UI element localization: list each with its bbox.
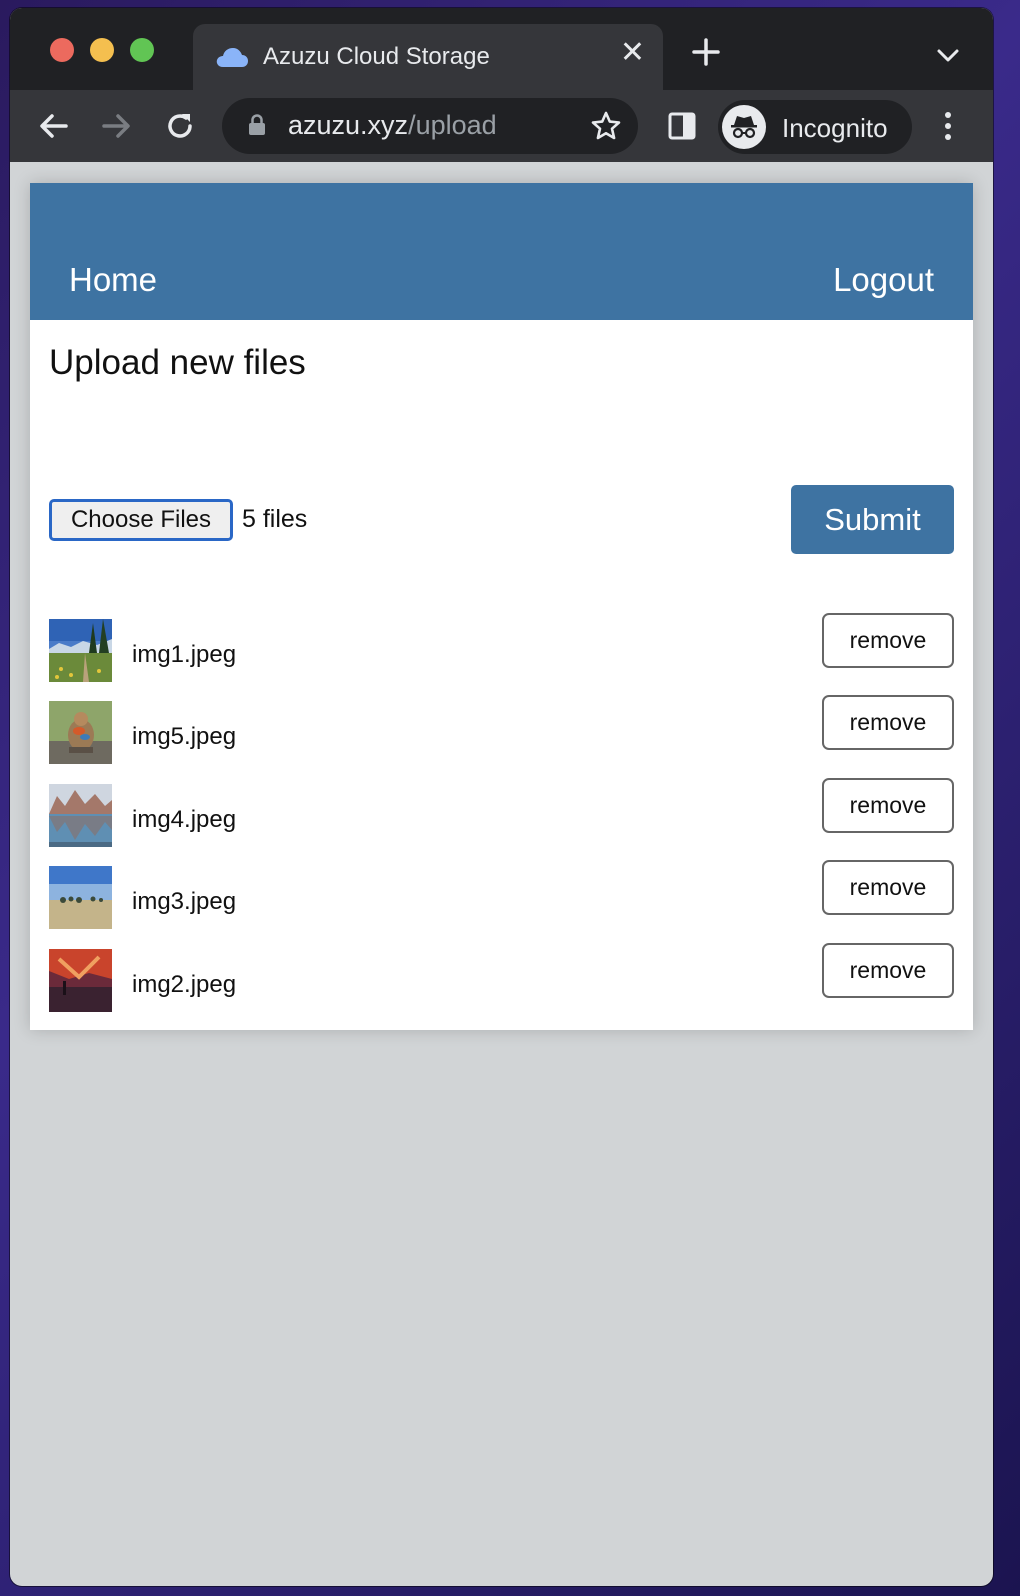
incognito-profile-button[interactable]: Incognito: [718, 100, 912, 154]
thumbnail-image: [49, 701, 112, 764]
page-title: Upload new files: [49, 343, 306, 382]
bookmark-star-icon[interactable]: [590, 110, 622, 142]
thumbnail-image: [49, 949, 112, 1012]
file-row: img3.jpeg remove: [49, 860, 954, 929]
back-arrow-icon[interactable]: [36, 108, 72, 144]
tab-title: Azuzu Cloud Storage: [263, 43, 490, 70]
file-row: img1.jpeg remove: [49, 613, 954, 682]
remove-button[interactable]: remove: [822, 860, 954, 915]
thumbnail-image: [49, 866, 112, 929]
file-name: img2.jpeg: [132, 971, 237, 998]
choose-files-button[interactable]: Choose Files: [49, 499, 233, 541]
browser-window: Azuzu Cloud Storage ✕ azuzu.xyz/upload I…: [10, 8, 993, 1586]
file-row: img4.jpeg remove: [49, 778, 954, 847]
browser-toolbar: azuzu.xyz/upload Incognito: [10, 90, 993, 162]
tab-search-chevron-icon[interactable]: [936, 48, 960, 64]
logout-link[interactable]: Logout: [833, 261, 934, 299]
side-panel-icon[interactable]: [666, 110, 698, 142]
thumbnail-image: [49, 619, 112, 682]
cloud-icon: [216, 48, 248, 67]
url-text: azuzu.xyz/upload: [288, 110, 497, 141]
remove-button[interactable]: remove: [822, 778, 954, 833]
incognito-icon: [722, 105, 766, 149]
page-content: Home Logout Upload new files Choose File…: [30, 183, 973, 1030]
url-path: /upload: [408, 110, 497, 140]
top-navbar: Home Logout: [30, 183, 973, 320]
remove-button[interactable]: remove: [822, 695, 954, 750]
url-host: azuzu.xyz: [288, 110, 409, 140]
new-tab-icon[interactable]: [690, 36, 722, 68]
reload-icon[interactable]: [162, 108, 198, 144]
address-bar[interactable]: azuzu.xyz/upload: [222, 98, 638, 154]
home-link[interactable]: Home: [69, 261, 157, 299]
forward-arrow-icon[interactable]: [98, 108, 134, 144]
remove-button[interactable]: remove: [822, 613, 954, 668]
file-row: img5.jpeg remove: [49, 695, 954, 764]
thumbnail-image: [49, 784, 112, 847]
file-name: img5.jpeg: [132, 723, 237, 750]
tab-strip: Azuzu Cloud Storage ✕: [10, 8, 993, 90]
file-name: img3.jpeg: [132, 888, 237, 915]
file-row: img2.jpeg remove: [49, 943, 954, 1012]
incognito-label: Incognito: [782, 113, 888, 143]
browser-tab[interactable]: Azuzu Cloud Storage ✕: [193, 24, 663, 90]
remove-button[interactable]: remove: [822, 943, 954, 998]
submit-button[interactable]: Submit: [791, 485, 954, 554]
close-window-button[interactable]: [50, 38, 74, 62]
maximize-window-button[interactable]: [130, 38, 154, 62]
minimize-window-button[interactable]: [90, 38, 114, 62]
file-name: img4.jpeg: [132, 806, 237, 833]
more-menu-icon[interactable]: [936, 108, 960, 144]
lock-icon[interactable]: [248, 114, 266, 136]
close-tab-icon[interactable]: ✕: [620, 38, 645, 68]
selected-file-count: 5 files: [242, 505, 308, 533]
file-name: img1.jpeg: [132, 641, 237, 668]
